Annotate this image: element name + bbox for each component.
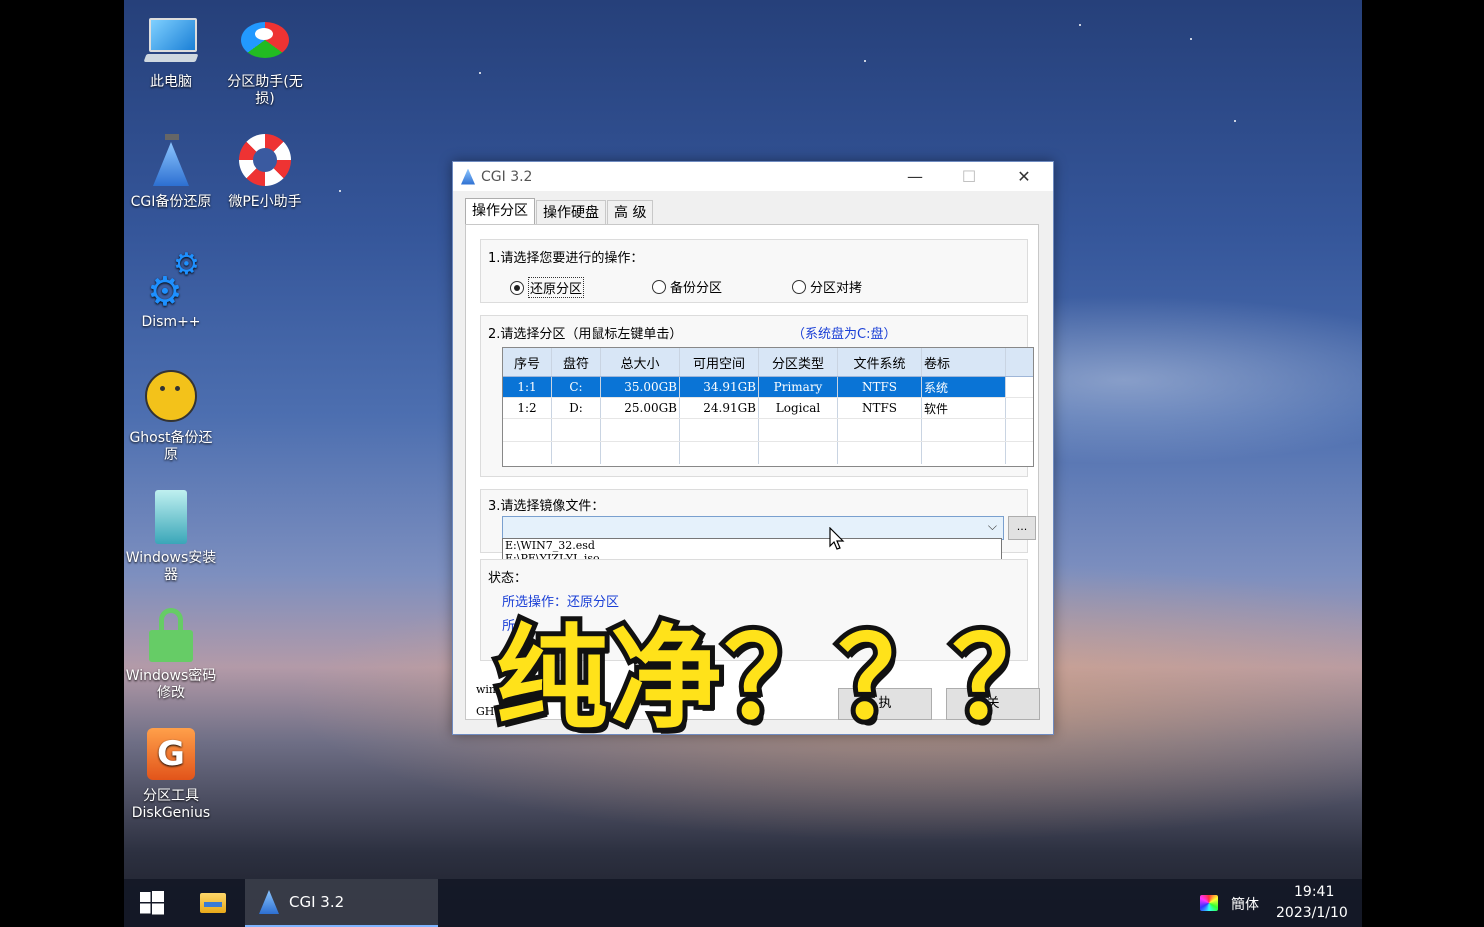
tab-bar: 操作分区 操作硬盘 高 级 <box>465 198 654 225</box>
overlay-caption: 纯净？？？ <box>491 609 1069 749</box>
radio-dot <box>510 280 524 295</box>
chevron-down-icon[interactable]: ⌵ <box>988 519 997 534</box>
desktop-icon-wepe-helper[interactable]: 微PE小助手 <box>218 134 312 211</box>
radio-restore[interactable]: 还原分区 <box>510 277 585 298</box>
diskgenius-icon: G <box>143 728 199 784</box>
clock-time[interactable]: 19:41 <box>1294 884 1334 900</box>
col-type[interactable]: 分区类型 <box>759 348 838 376</box>
windows-logo-icon <box>140 891 164 915</box>
minimize-button[interactable]: — <box>888 162 942 191</box>
window-title: CGI 3.2 <box>481 168 533 185</box>
taskbar: CGI 3.2 簡体 19:41 2023/1/10 <box>124 879 1362 927</box>
desktop-icon-ghost[interactable]: Ghost备份还原 <box>124 370 218 464</box>
desktop-icon-dism[interactable]: ⚙ ⚙ Dism++ <box>124 247 218 331</box>
installer-box-icon <box>143 490 199 546</box>
table-row[interactable]: 1:1 C: 35.00GB 34.91GB Primary NTFS 系统 <box>503 377 1033 398</box>
clock-date[interactable]: 2023/1/10 <box>1276 905 1348 921</box>
display-icon[interactable] <box>1200 895 1218 911</box>
desktop-icon-partition-assistant[interactable]: 分区助手(无损) <box>218 14 312 108</box>
ime-indicator[interactable]: 簡体 <box>1231 894 1259 914</box>
start-button[interactable] <box>140 879 166 927</box>
dropdown-option[interactable]: E:\WIN7_32.esd <box>505 539 1001 552</box>
col-label[interactable]: 卷标 <box>922 348 1006 376</box>
radio-dot <box>652 279 666 294</box>
tab-advanced[interactable]: 高 级 <box>607 200 654 225</box>
tab-partition[interactable]: 操作分区 <box>465 198 535 225</box>
table-row[interactable]: 1:2 D: 25.00GB 24.91GB Logical NTFS 软件 <box>503 398 1033 419</box>
col-fs[interactable]: 文件系统 <box>838 348 922 376</box>
image-title: 3.请选择镜像文件： <box>488 499 605 514</box>
file-explorer-button[interactable] <box>200 879 228 927</box>
col-index[interactable]: 序号 <box>503 348 552 376</box>
title-bar[interactable]: CGI 3.2 — ☐ ✕ <box>453 162 1053 191</box>
desktop-icon-cgi[interactable]: CGI备份还原 <box>124 134 218 211</box>
folder-icon <box>200 893 226 913</box>
status-title: 状态： <box>488 571 528 586</box>
desktop-icon-password-tool[interactable]: Windows密码修改 <box>124 608 218 702</box>
col-total[interactable]: 总大小 <box>601 348 680 376</box>
table-header: 序号 盘符 总大小 可用空间 分区类型 文件系统 卷标 <box>503 348 1033 377</box>
ghost-icon <box>143 370 199 426</box>
desktop-icon-windows-installer[interactable]: Windows安装器 <box>124 490 218 584</box>
gears-icon: ⚙ ⚙ <box>147 247 200 315</box>
browse-button[interactable]: ... <box>1008 516 1036 540</box>
table-row-empty <box>503 419 1033 442</box>
cgi-hammer-icon <box>259 890 279 914</box>
col-drive[interactable]: 盘符 <box>552 348 601 376</box>
desktop-icon-diskgenius[interactable]: G 分区工具DiskGenius <box>124 728 218 822</box>
close-button[interactable]: ✕ <box>997 162 1051 191</box>
radio-dot <box>792 279 806 294</box>
cgi-hammer-icon <box>143 134 199 190</box>
desktop-icon-this-pc[interactable]: 此电脑 <box>124 14 218 91</box>
radio-copy[interactable]: 分区对拷 <box>792 277 862 296</box>
tab-disk[interactable]: 操作硬盘 <box>536 200 606 225</box>
computer-icon <box>143 14 199 70</box>
image-file-combo[interactable]: ⌵ <box>502 516 1004 540</box>
padlock-icon <box>143 608 199 664</box>
col-free[interactable]: 可用空间 <box>680 348 759 376</box>
table-row-empty <box>503 442 1033 464</box>
lifebuoy-icon <box>237 134 293 190</box>
system-disk-hint: （系统盘为C:盘） <box>792 327 897 342</box>
partition-table[interactable]: 序号 盘符 总大小 可用空间 分区类型 文件系统 卷标 1:1 C: 35.00… <box>502 347 1034 467</box>
taskbar-app-cgi[interactable]: CGI 3.2 <box>245 879 438 927</box>
app-icon <box>461 168 475 185</box>
radio-backup[interactable]: 备份分区 <box>652 277 722 296</box>
maximize-button[interactable]: ☐ <box>942 162 996 191</box>
partition-title: 2.请选择分区（用鼠标左键单击） <box>488 327 683 342</box>
partition-disk-icon <box>237 14 293 70</box>
operation-title: 1.请选择您要进行的操作： <box>488 251 644 266</box>
